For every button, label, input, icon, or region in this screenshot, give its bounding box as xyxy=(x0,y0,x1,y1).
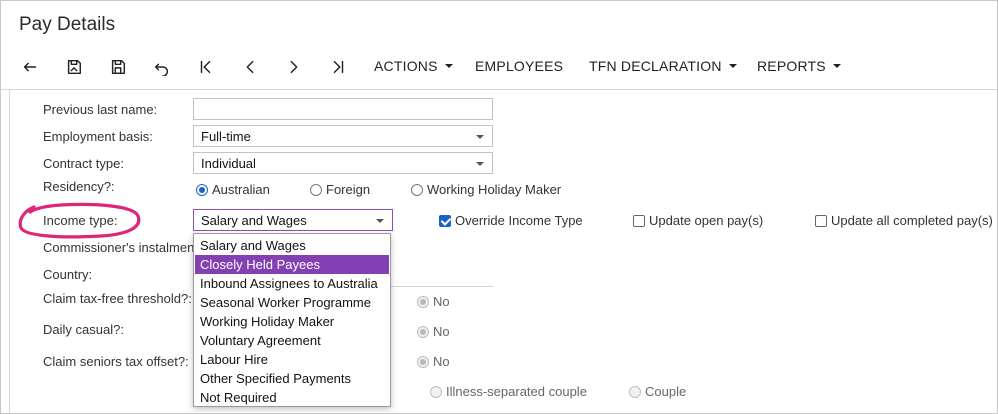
previous-last-name-input[interactable] xyxy=(193,98,493,120)
checkbox-checked-icon xyxy=(439,214,451,227)
radio-selected-icon xyxy=(417,355,429,368)
residency-working-holiday-maker-label: Working Holiday Maker xyxy=(427,182,562,197)
undo-icon[interactable] xyxy=(150,55,174,79)
claim-tax-free-threshold-label: Claim tax-free threshold?: xyxy=(43,291,192,306)
form-left-border xyxy=(9,90,10,413)
dropdown-option[interactable]: Voluntary Agreement xyxy=(195,331,389,350)
update-all-completed-pay-checkbox[interactable]: Update all completed pay(s) xyxy=(815,213,993,228)
employment-basis-select[interactable]: Full-time xyxy=(193,125,493,147)
checkbox-unchecked-icon xyxy=(633,214,645,227)
illness-separated-couple-radio[interactable]: Illness-separated couple xyxy=(430,384,587,399)
claim-seniors-tax-offset-label: Claim seniors tax offset?: xyxy=(43,354,189,369)
couple-radio[interactable]: Couple xyxy=(629,384,686,399)
caret-down-icon xyxy=(832,64,841,69)
dropdown-option[interactable]: Labour Hire xyxy=(195,350,389,369)
country-label: Country: xyxy=(43,267,93,282)
residency-australian-radio[interactable]: Australian xyxy=(196,182,270,197)
radio-unselected-icon xyxy=(411,183,423,196)
claim-tax-free-threshold-no-radio[interactable]: No xyxy=(417,294,450,309)
income-type-select[interactable]: Salary and Wages xyxy=(193,209,393,231)
page-title: Pay Details xyxy=(19,14,116,35)
update-open-pay-label: Update open pay(s) xyxy=(649,213,764,228)
reports-menu[interactable]: REPORTS xyxy=(757,58,841,74)
dropdown-option[interactable]: Inbound Assignees to Australia xyxy=(195,274,389,293)
claim-seniors-tax-offset-no-label: No xyxy=(433,354,450,369)
illness-separated-couple-label: Illness-separated couple xyxy=(446,384,587,399)
residency-foreign-radio[interactable]: Foreign xyxy=(310,182,370,197)
save-icon[interactable] xyxy=(106,55,130,79)
caret-down-icon xyxy=(444,64,453,69)
residency-label: Residency?: xyxy=(43,179,115,194)
next-record-icon[interactable] xyxy=(282,55,306,79)
annotation-highlight-circle xyxy=(18,202,141,239)
residency-foreign-label: Foreign xyxy=(326,182,371,197)
dropdown-option[interactable]: Salary and Wages xyxy=(195,236,389,255)
radio-unselected-icon xyxy=(430,385,442,398)
save-and-close-icon[interactable] xyxy=(62,55,86,79)
dropdown-option[interactable]: Not Required xyxy=(195,388,389,407)
contract-type-label: Contract type: xyxy=(43,156,124,171)
update-open-pay-checkbox[interactable]: Update open pay(s) xyxy=(633,213,763,228)
claim-seniors-tax-offset-no-radio[interactable]: No xyxy=(417,354,450,369)
daily-casual-label: Daily casual?: xyxy=(43,322,124,337)
override-income-type-checkbox[interactable]: Override Income Type xyxy=(439,213,583,228)
income-type-value: Salary and Wages xyxy=(201,213,307,228)
toolbar: ACTIONS EMPLOYEES TFN DECLARATION REPORT… xyxy=(1,51,997,81)
reports-menu-label: REPORTS xyxy=(757,58,826,74)
dropdown-option-highlighted[interactable]: Closely Held Payees xyxy=(195,255,389,274)
checkbox-unchecked-icon xyxy=(815,214,827,227)
actions-menu[interactable]: ACTIONS xyxy=(374,58,453,74)
contract-type-select[interactable]: Individual xyxy=(193,152,493,174)
caret-down-icon xyxy=(728,64,737,69)
previous-record-icon[interactable] xyxy=(238,55,262,79)
radio-selected-icon xyxy=(417,325,429,338)
contract-type-value: Individual xyxy=(201,156,256,171)
previous-last-name-label: Previous last name: xyxy=(43,102,158,117)
couple-label: Couple xyxy=(645,384,687,399)
last-record-icon[interactable] xyxy=(326,55,350,79)
dropdown-option[interactable]: Other Specified Payments xyxy=(195,369,389,388)
pay-details-window: Pay Details ACTIONS EMPLOYEES TFN DECLAR… xyxy=(0,0,998,414)
employment-basis-label: Employment basis: xyxy=(43,129,153,144)
income-type-dropdown-list: Salary and Wages Closely Held Payees Inb… xyxy=(193,233,391,407)
radio-unselected-icon xyxy=(310,183,322,196)
claim-tax-free-threshold-no-label: No xyxy=(433,294,450,309)
daily-casual-no-radio[interactable]: No xyxy=(417,324,450,339)
daily-casual-no-label: No xyxy=(433,324,450,339)
tfn-declaration-menu-label: TFN DECLARATION xyxy=(589,58,722,74)
toolbar-divider xyxy=(1,89,997,90)
commissioners-instalment-label: Commissioner's instalmen xyxy=(43,240,195,255)
dropdown-option[interactable]: Working Holiday Maker xyxy=(195,312,389,331)
update-all-completed-pay-label: Update all completed pay(s) xyxy=(831,213,993,228)
first-record-icon[interactable] xyxy=(194,55,218,79)
radio-selected-icon xyxy=(196,183,208,196)
residency-australian-label: Australian xyxy=(212,182,270,197)
dropdown-option[interactable]: Seasonal Worker Programme xyxy=(195,293,389,312)
employees-menu-label: EMPLOYEES xyxy=(475,58,564,74)
employment-basis-value: Full-time xyxy=(201,129,251,144)
radio-selected-icon xyxy=(417,295,429,308)
tfn-declaration-menu[interactable]: TFN DECLARATION xyxy=(589,58,737,74)
override-income-type-label: Override Income Type xyxy=(455,213,583,228)
employees-menu[interactable]: EMPLOYEES xyxy=(475,58,563,74)
actions-menu-label: ACTIONS xyxy=(374,58,438,74)
radio-unselected-icon xyxy=(629,385,641,398)
residency-working-holiday-maker-radio[interactable]: Working Holiday Maker xyxy=(411,182,561,197)
back-arrow-icon[interactable] xyxy=(18,55,42,79)
